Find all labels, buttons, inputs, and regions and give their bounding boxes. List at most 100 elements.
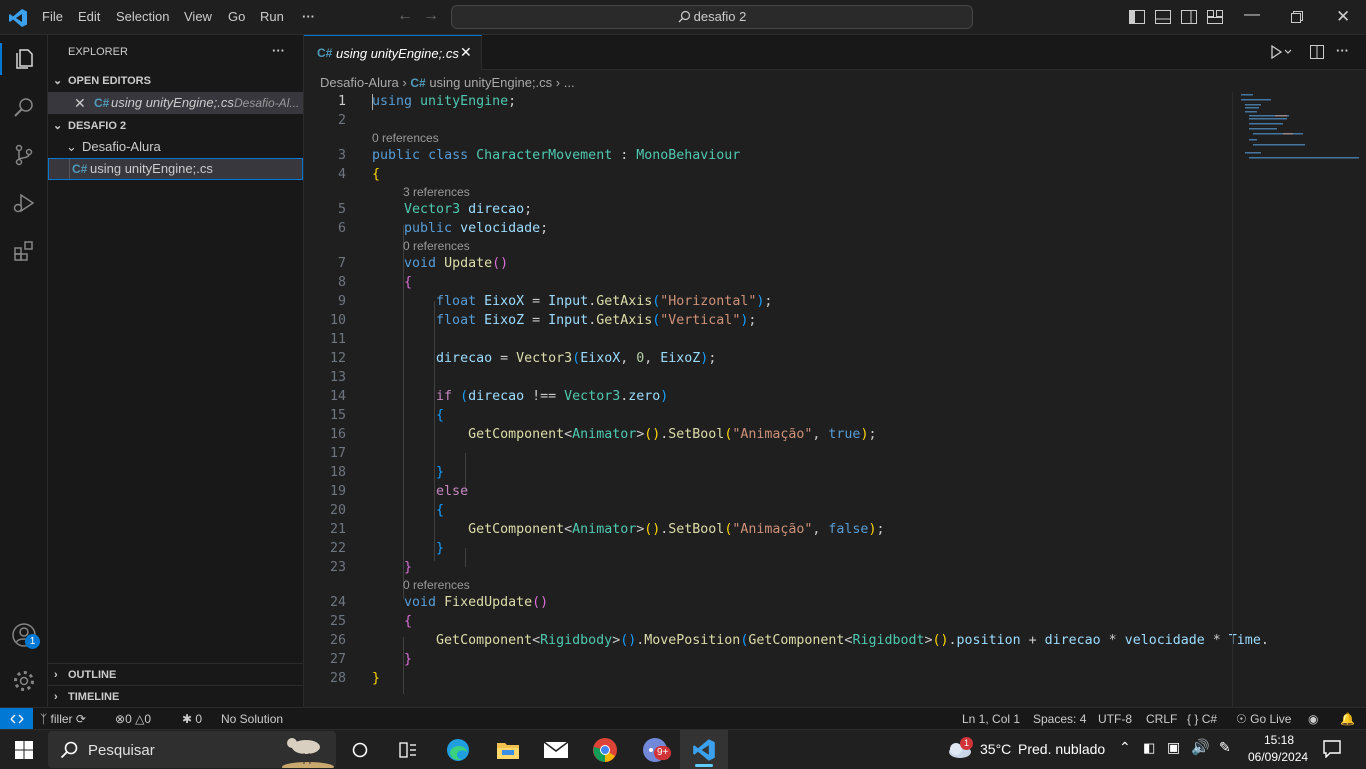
weather-badge: 1 bbox=[960, 737, 973, 750]
open-editors-header[interactable]: ⌄ OPEN EDITORS bbox=[48, 70, 303, 92]
toggle-panel-icon[interactable] bbox=[1155, 10, 1171, 27]
run-code-icon[interactable] bbox=[1270, 44, 1292, 62]
go-live-button[interactable]: ☉ Go Live bbox=[1236, 708, 1291, 730]
vscode-taskbar-icon[interactable] bbox=[680, 730, 728, 769]
edge-browser-icon[interactable] bbox=[444, 730, 472, 769]
run-debug-icon[interactable] bbox=[0, 179, 48, 227]
chevron-right-icon: › bbox=[54, 691, 58, 703]
outline-label: OUTLINE bbox=[68, 669, 117, 681]
solution-status[interactable]: No Solution bbox=[221, 708, 283, 730]
error-icon: ⊗ bbox=[115, 712, 126, 726]
codelens-references[interactable]: 0 references bbox=[403, 238, 470, 254]
menu-file[interactable]: File bbox=[42, 9, 63, 24]
back-arrow-icon[interactable]: ← bbox=[397, 7, 413, 25]
minimize-icon[interactable]: — bbox=[1244, 6, 1260, 24]
explorer-more-button[interactable]: ··· bbox=[272, 43, 285, 58]
menu-go[interactable]: Go bbox=[228, 9, 245, 24]
search-view-icon[interactable] bbox=[0, 83, 48, 131]
codelens-references[interactable]: 3 references bbox=[403, 184, 470, 200]
tab-bar: C# using unityEngine;.cs ✕ ··· bbox=[304, 35, 1366, 70]
remote-indicator[interactable] bbox=[0, 708, 33, 729]
line-number: 14 bbox=[329, 389, 346, 404]
breadcrumb-file[interactable]: using unityEngine;.cs bbox=[429, 75, 552, 90]
active-app-indicator bbox=[695, 764, 713, 767]
copilot-icon[interactable]: ◉ bbox=[1308, 708, 1318, 730]
weather-temperature[interactable]: 35°C bbox=[980, 741, 1011, 757]
language-mode[interactable]: { } C# bbox=[1187, 708, 1217, 730]
menu-run[interactable]: Run bbox=[260, 9, 284, 24]
code-line: public velocidade; bbox=[404, 221, 549, 236]
breadcrumb-folder[interactable]: Desafio-Alura bbox=[320, 75, 399, 90]
network-icon[interactable]: ▣ bbox=[1167, 739, 1180, 756]
editor-tab[interactable]: C# using unityEngine;.cs ✕ bbox=[304, 35, 482, 70]
settings-gear-icon[interactable] bbox=[0, 657, 48, 705]
line-number: 22 bbox=[329, 541, 346, 556]
customize-layout-icon[interactable] bbox=[1207, 10, 1223, 27]
notification-center-icon[interactable] bbox=[1323, 740, 1341, 761]
vscode-logo-icon bbox=[8, 8, 28, 31]
menu-view[interactable]: View bbox=[184, 9, 212, 24]
mail-icon[interactable] bbox=[542, 730, 570, 769]
accounts-icon[interactable] bbox=[0, 611, 48, 659]
menu-more[interactable]: ··· bbox=[302, 9, 315, 24]
source-control-icon[interactable] bbox=[0, 131, 48, 179]
clock-time[interactable]: 15:18 bbox=[1264, 733, 1294, 747]
error-count: 0 bbox=[125, 712, 132, 726]
toggle-secondary-sidebar-icon[interactable] bbox=[1181, 10, 1197, 27]
chevron-up-icon[interactable]: ⌃ bbox=[1119, 739, 1131, 756]
explorer-files-icon[interactable] bbox=[0, 35, 48, 83]
indentation[interactable]: Spaces: 4 bbox=[1033, 708, 1086, 730]
folder-item[interactable]: ⌄ Desafio-Alura bbox=[48, 136, 303, 158]
clock-date[interactable]: 06/09/2024 bbox=[1248, 750, 1308, 764]
widgets-icon[interactable] bbox=[396, 730, 420, 769]
volume-icon[interactable]: 🔊 bbox=[1191, 738, 1210, 756]
close-tab-icon[interactable]: ✕ bbox=[460, 44, 472, 61]
notifications-bell-icon[interactable]: 🔔 bbox=[1340, 708, 1355, 730]
chrome-browser-icon[interactable] bbox=[591, 730, 619, 769]
pen-icon[interactable]: ✎ bbox=[1219, 739, 1231, 756]
line-number: 13 bbox=[329, 370, 346, 385]
task-view-icon[interactable] bbox=[348, 730, 372, 769]
line-number: 19 bbox=[329, 484, 346, 499]
taskbar-search-box[interactable]: Pesquisar bbox=[48, 731, 336, 768]
ports-status[interactable]: ✱ 0 bbox=[182, 708, 202, 730]
minimap[interactable] bbox=[1232, 92, 1366, 707]
more-actions-icon[interactable]: ··· bbox=[1336, 43, 1349, 58]
branch-status[interactable]: ᛉ filler ⟳ bbox=[40, 708, 86, 730]
codelens-references[interactable]: 0 references bbox=[372, 130, 439, 146]
line-number: 6 bbox=[337, 221, 346, 236]
restore-icon[interactable] bbox=[1291, 11, 1303, 26]
windows-start-icon[interactable] bbox=[12, 730, 36, 769]
problems-status[interactable]: ⊗0 △0 bbox=[115, 708, 151, 730]
command-center-search[interactable]: desafio 2 bbox=[451, 5, 973, 29]
line-number: 1 bbox=[337, 94, 346, 109]
close-window-icon[interactable]: ✕ bbox=[1336, 7, 1350, 27]
weather-description[interactable]: Pred. nublado bbox=[1018, 741, 1105, 757]
close-editor-icon[interactable]: ✕ bbox=[74, 92, 86, 114]
editor-area: C# using unityEngine;.cs ✕ ··· Desafio-A… bbox=[304, 35, 1366, 707]
chevron-down-icon: ⌄ bbox=[53, 120, 63, 132]
encoding[interactable]: UTF-8 bbox=[1098, 708, 1132, 730]
timeline-label: TIMELINE bbox=[68, 691, 120, 703]
forward-arrow-icon[interactable]: → bbox=[423, 7, 439, 25]
codelens-references[interactable]: 0 references bbox=[403, 577, 470, 593]
file-item[interactable]: C# using unityEngine;.cs bbox=[48, 158, 303, 180]
accounts-badge: 1 bbox=[25, 634, 40, 649]
menu-selection[interactable]: Selection bbox=[116, 9, 169, 24]
outline-header[interactable]: › OUTLINE bbox=[48, 663, 303, 685]
open-editor-item[interactable]: ✕ C# using unityEngine;.cs Desafio-Al... bbox=[48, 92, 303, 114]
code-editor[interactable]: 1 using unityEngine; 2 0 references 3 pu… bbox=[304, 92, 1269, 694]
menu-edit[interactable]: Edit bbox=[78, 9, 100, 24]
extensions-icon[interactable] bbox=[0, 227, 48, 275]
split-editor-icon[interactable] bbox=[1310, 45, 1324, 62]
workspace-header[interactable]: ⌄ DESAFIO 2 bbox=[48, 115, 303, 137]
line-number: 21 bbox=[329, 522, 346, 537]
timeline-header[interactable]: › TIMELINE bbox=[48, 685, 303, 707]
cursor-position[interactable]: Ln 1, Col 1 bbox=[962, 708, 1020, 730]
end-of-line[interactable]: CRLF bbox=[1146, 708, 1177, 730]
meet-now-icon[interactable]: ◧ bbox=[1143, 740, 1155, 756]
file-explorer-icon[interactable] bbox=[494, 730, 522, 769]
toggle-sidebar-icon[interactable] bbox=[1129, 10, 1145, 27]
breadcrumb-more[interactable]: ... bbox=[564, 75, 575, 90]
line-number: 23 bbox=[329, 560, 346, 575]
